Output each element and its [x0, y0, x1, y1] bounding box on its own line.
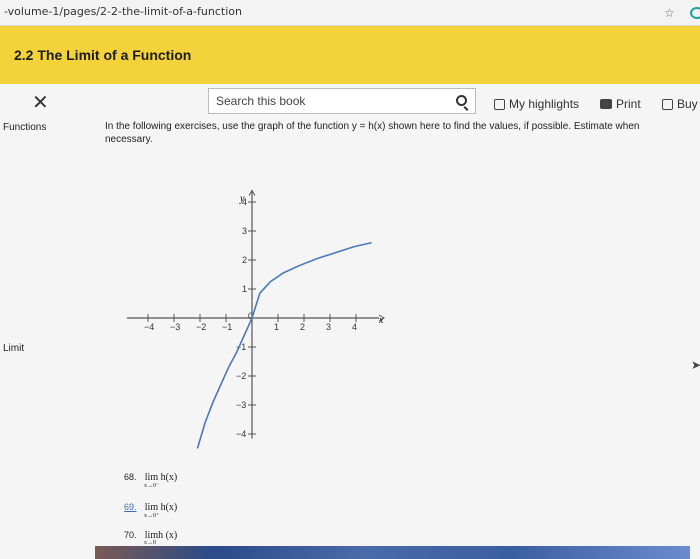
- function-graph: xy−4 −3 −2 −1 1 2 3 4−4−3−2−112340: [127, 189, 385, 449]
- sidebar-item-limit[interactable]: Limit: [3, 343, 24, 354]
- chevron-right-icon[interactable]: ➤: [691, 358, 700, 372]
- highlights-icon: [494, 98, 505, 110]
- close-icon[interactable]: ✕: [32, 90, 49, 114]
- exercise-number-link[interactable]: 69.: [124, 502, 137, 512]
- y-tick-label: 1: [242, 284, 247, 294]
- function-curve: [196, 241, 372, 449]
- print-button[interactable]: Print: [600, 97, 641, 111]
- print-label: Print: [616, 97, 641, 111]
- title-bar: 2.2 The Limit of a Function: [0, 26, 700, 84]
- x-tick-label: −3: [170, 322, 180, 332]
- buy-button[interactable]: Buy: [662, 97, 698, 111]
- address-bar[interactable]: -volume-1/pages/2-2-the-limit-of-a-funct…: [0, 0, 700, 26]
- x-tick-label: 1: [274, 322, 279, 332]
- buy-icon: [662, 98, 673, 110]
- exercise-number: 70.: [124, 530, 137, 540]
- exercise-70: 70. limh (x) x→0: [124, 530, 177, 546]
- x-axis-label: x: [378, 315, 384, 326]
- search-icon[interactable]: [456, 95, 467, 106]
- exercise-subscript: x→0⁻: [144, 483, 160, 489]
- my-highlights-label: My highlights: [509, 97, 580, 111]
- y-tick-label: 3: [242, 226, 247, 236]
- exercise-subscript: x→0⁺: [144, 513, 160, 519]
- search-box[interactable]: Search this book: [208, 88, 476, 114]
- print-icon: [600, 99, 612, 109]
- y-tick-label: −4: [236, 429, 246, 439]
- search-input[interactable]: Search this book: [216, 94, 305, 108]
- my-highlights-button[interactable]: My highlights: [494, 97, 579, 111]
- y-tick-label: −3: [236, 400, 246, 410]
- exercise-number: 68.: [124, 472, 137, 482]
- x-tick-label: −1: [222, 322, 232, 332]
- page-title: 2.2 The Limit of a Function: [14, 47, 192, 63]
- x-tick-label: −4: [144, 322, 154, 332]
- sidebar-item-functions[interactable]: Functions: [3, 122, 46, 133]
- x-tick-label: 4: [352, 322, 357, 332]
- star-icon[interactable]: ☆: [664, 6, 675, 20]
- exercise-instructions: In the following exercises, use the grap…: [105, 121, 640, 145]
- exercise-68: 68. lim h(x) x→0⁻: [124, 472, 177, 489]
- y-tick-label: −2: [236, 371, 246, 381]
- bottom-image-strip: [95, 546, 690, 559]
- extension-icon[interactable]: [690, 7, 700, 19]
- y-tick-label: 2: [242, 255, 247, 265]
- y-tick-label: 4: [242, 197, 247, 207]
- exercise-69: 69. lim h(x) x→0⁺: [124, 502, 177, 519]
- buy-label: Buy: [677, 97, 698, 111]
- x-tick-label: 3: [326, 322, 331, 332]
- x-tick-label: −2: [196, 322, 206, 332]
- x-tick-label: 2: [300, 322, 305, 332]
- url-text[interactable]: -volume-1/pages/2-2-the-limit-of-a-funct…: [4, 5, 242, 18]
